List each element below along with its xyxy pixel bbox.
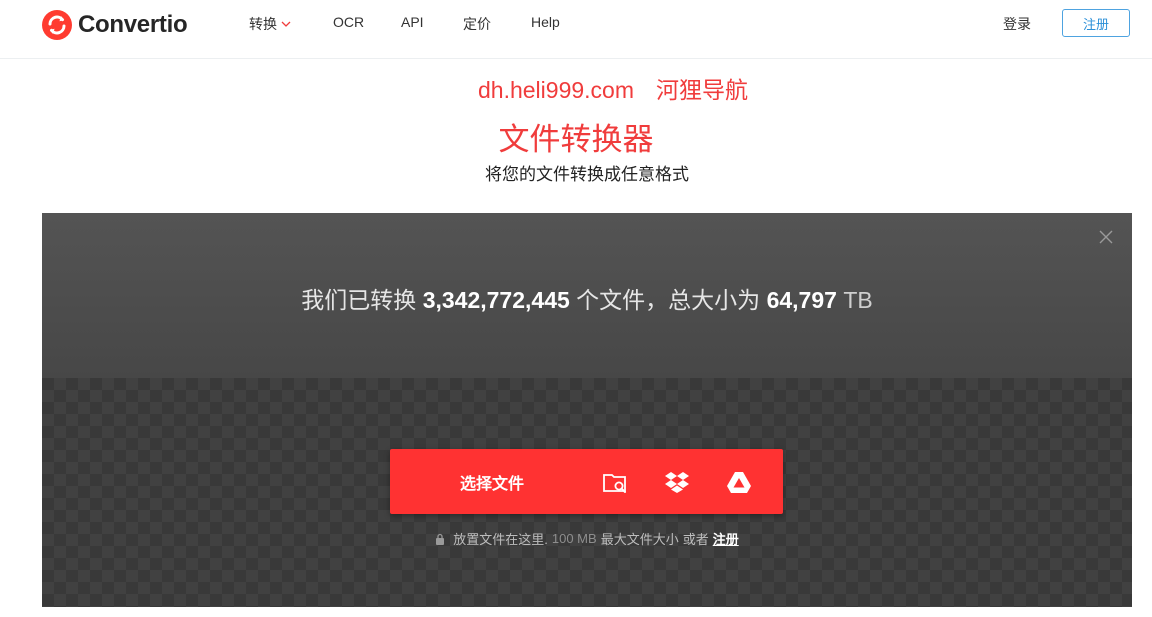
nav-item-label: 转换 [249,16,277,32]
close-icon[interactable] [1098,229,1114,245]
max-size-label: 最大文件大小 [600,532,679,547]
login-link[interactable]: 登录 [1003,14,1031,34]
logo-text: Convertio [78,11,188,38]
nav-item-api[interactable]: API [401,14,424,30]
page-title: 文件转换器 [498,122,654,157]
header-divider [0,58,1152,59]
page-subtitle: 将您的文件转换成任意格式 [485,165,689,184]
drop-hint-text: 放置文件在这里. [453,532,548,547]
nav-item-convert[interactable]: 转换 [249,14,291,34]
watermark-name: 河狸导航 [656,77,748,103]
nav-item-label: API [401,14,424,30]
nav-item-label: 定价 [463,16,491,32]
upload-panel: 我们已转换 3,342,772,445 个文件，总大小为 64,797 TB 选… [42,213,1132,607]
nav-item-help[interactable]: Help [531,14,560,30]
chevron-down-icon [281,21,291,27]
nav-item-ocr[interactable]: OCR [333,14,364,30]
conversion-stats: 我们已转换 3,342,772,445 个文件，总大小为 64,797 TB [42,281,1132,315]
lock-icon [436,533,445,545]
nav-item-pricing[interactable]: 定价 [463,14,491,34]
stats-unit: TB [843,287,873,313]
register-link[interactable]: 注册 [713,529,739,548]
watermark-text: dh.heli999.com 河狸导航 [0,71,1152,105]
nav-item-label: OCR [333,14,365,30]
dropbox-icon[interactable] [663,468,691,496]
folder-search-icon[interactable] [601,468,629,496]
max-file-size: 100 MB [551,531,597,546]
drop-hint: 放置文件在这里. 100 MB 最大文件大小 或者 注册 [42,529,1132,548]
google-drive-icon[interactable] [725,468,753,496]
top-header: Convertio 转换 OCR API 定价 Help 登录 注册 [0,0,1152,48]
nav-item-label: Help [531,14,560,30]
or-text: 或者 [682,532,709,547]
logo[interactable]: Convertio [42,9,188,41]
watermark-domain: dh.heli999.com [478,77,634,103]
upload-bar: 选择文件 [390,449,783,514]
register-button[interactable]: 注册 [1062,9,1130,37]
choose-files-button[interactable]: 选择文件 [390,449,594,514]
stats-middle: 个文件，总大小为 [576,287,761,313]
convertio-logo-icon [42,10,72,40]
stats-prefix: 我们已转换 [301,287,417,313]
stats-files-count: 3,342,772,445 [422,287,570,313]
stats-total-size: 64,797 [766,287,837,313]
